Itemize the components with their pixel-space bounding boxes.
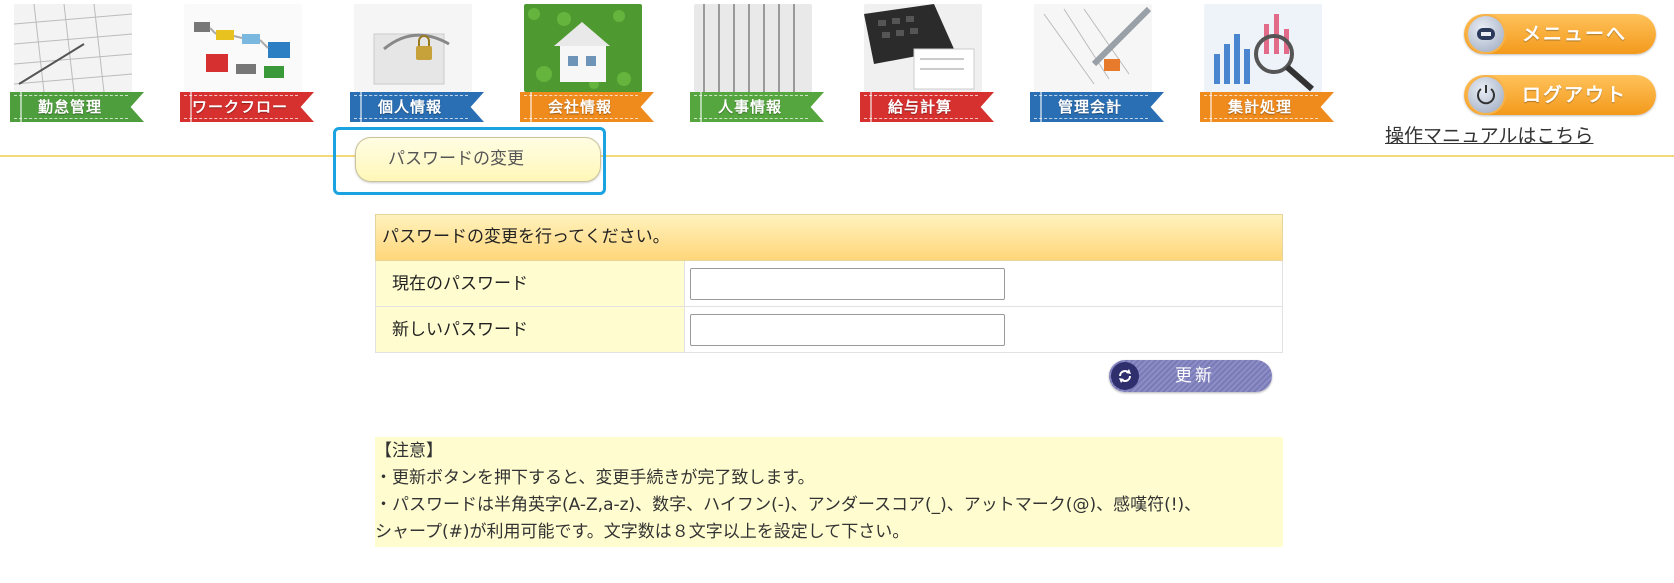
menu-icon [1466, 14, 1506, 54]
notice-box: 【注意】 ・更新ボタンを押下すると、変更手続きが完了致します。 ・パスワードは半… [375, 437, 1283, 547]
refresh-icon [1111, 362, 1139, 390]
new-password-cell [685, 307, 1283, 353]
magnifier-icon [1204, 4, 1322, 92]
calculator-icon [864, 4, 982, 92]
notice-heading: 【注意】 [375, 441, 443, 461]
nav-ribbon: 管理会計 [1030, 92, 1164, 122]
form-row-new-password: 新しいパスワード [375, 307, 1283, 353]
current-password-label: 現在のパスワード [375, 261, 685, 307]
nav-ribbon: 給与計算 [860, 92, 994, 122]
nav-ribbon: 個人情報 [350, 92, 484, 122]
accounting-image [1034, 4, 1152, 92]
menu-button[interactable]: メニューへ [1464, 14, 1656, 54]
nav-ribbon: 人事情報 [690, 92, 824, 122]
main-navigation: 勤怠管理 ワークフロー 個人情報 会社情報 人事情報 給与計算 管理会計 集計処… [0, 0, 1400, 130]
nav-label: 会社情報 [547, 98, 612, 116]
menu-button-label: メニューへ [1522, 23, 1628, 45]
nav-label: 管理会計 [1057, 98, 1122, 116]
house-icon [524, 4, 642, 92]
notice-line: ・更新ボタンを押下すると、変更手続きが完了致します。 [375, 468, 815, 488]
company-info-image [524, 4, 642, 92]
notice-line: シャープ(#)が利用可能です。文字数は８文字以上を設定して下さい。 [375, 522, 910, 542]
calendar-icon [14, 4, 132, 92]
new-password-label: 新しいパスワード [375, 307, 685, 353]
flowchart-icon [184, 4, 302, 92]
nav-label: 個人情報 [377, 98, 442, 116]
submenu-item-change-password[interactable]: パスワードの変更 [355, 137, 601, 182]
nav-item-hr-info[interactable]: 人事情報 [686, 4, 826, 128]
hr-info-image [694, 4, 812, 92]
nav-label: 集計処理 [1227, 98, 1292, 116]
new-password-input[interactable] [690, 314, 1005, 346]
files-icon [694, 4, 812, 92]
nav-label: 人事情報 [717, 98, 782, 116]
payroll-image [864, 4, 982, 92]
update-button-label: 更新 [1175, 366, 1215, 386]
nav-ribbon: ワークフロー [180, 92, 314, 122]
manual-link[interactable]: 操作マニュアルはこちら [1385, 121, 1593, 148]
nav-item-attendance[interactable]: 勤怠管理 [6, 4, 146, 128]
form-title: パスワードの変更を行ってください。 [375, 214, 1283, 261]
lock-icon [354, 4, 472, 92]
header-divider [0, 155, 1674, 157]
nav-item-aggregation[interactable]: 集計処理 [1196, 4, 1336, 128]
personal-info-image [354, 4, 472, 92]
nav-item-personal-info[interactable]: 個人情報 [346, 4, 486, 128]
logout-button-label: ログアウト [1522, 84, 1628, 106]
pen-icon [1034, 4, 1152, 92]
nav-item-payroll[interactable]: 給与計算 [856, 4, 996, 128]
notice-line: ・パスワードは半角英字(A-Z,a-z)、数字、ハイフン(-)、アンダースコア(… [375, 495, 1202, 515]
form-row-current-password: 現在のパスワード [375, 261, 1283, 307]
workflow-image [184, 4, 302, 92]
logout-button[interactable]: ログアウト [1464, 75, 1656, 115]
nav-ribbon: 勤怠管理 [10, 92, 144, 122]
current-password-cell [685, 261, 1283, 307]
calendar-image [14, 4, 132, 92]
nav-item-management-accounting[interactable]: 管理会計 [1026, 4, 1166, 128]
aggregation-image [1204, 4, 1322, 92]
power-icon [1466, 75, 1506, 115]
nav-item-company-info[interactable]: 会社情報 [516, 4, 656, 128]
update-button[interactable]: 更新 [1109, 360, 1272, 392]
nav-ribbon: 会社情報 [520, 92, 654, 122]
nav-label: 給与計算 [887, 98, 952, 116]
nav-ribbon: 集計処理 [1200, 92, 1334, 122]
current-password-input[interactable] [690, 268, 1005, 300]
nav-label: 勤怠管理 [37, 98, 102, 116]
nav-item-workflow[interactable]: ワークフロー [176, 4, 316, 128]
nav-label: ワークフロー [191, 98, 288, 116]
